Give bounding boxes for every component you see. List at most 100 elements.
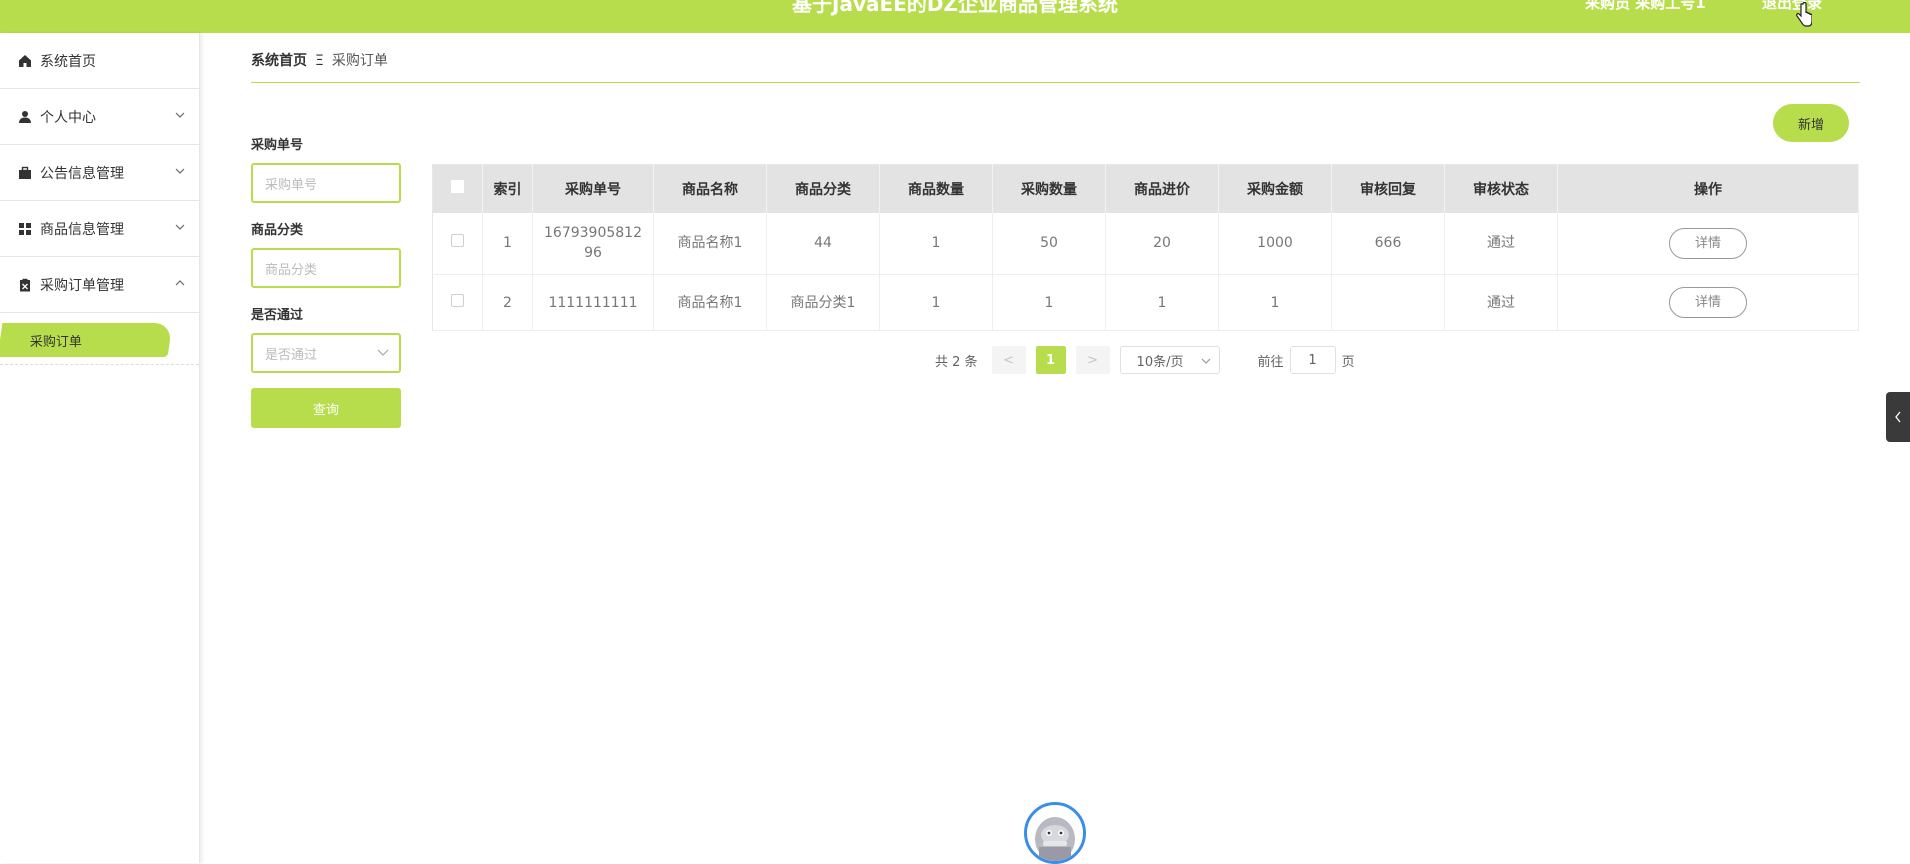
cell-status: 通过 xyxy=(1444,274,1558,331)
cell-qty: 1 xyxy=(879,212,993,275)
sidebar: 系统首页 个人中心 公告信息管理 商品信息管理 采购订单管理 采购订单 xyxy=(0,33,200,863)
add-button[interactable]: 新增 xyxy=(1773,104,1849,142)
sidebar-item-personal-center[interactable]: 个人中心 xyxy=(0,89,199,145)
grid-icon xyxy=(19,222,31,235)
table-row: 2 1111111111 商品名称1 商品分类1 1 1 1 1 通过 详情 xyxy=(432,274,1859,331)
cell-price: 1 xyxy=(1105,274,1219,331)
sidebar-item-notice-management[interactable]: 公告信息管理 xyxy=(0,145,199,201)
column-header: 审核状态 xyxy=(1444,164,1558,213)
goto-suffix: 页 xyxy=(1341,354,1355,370)
column-header: 审核回复 xyxy=(1331,164,1445,213)
category-input[interactable]: 商品分类 xyxy=(251,248,401,288)
column-header: 索引 xyxy=(482,164,533,213)
sidebar-item-label: 公告信息管理 xyxy=(40,165,124,182)
query-button[interactable]: 查询 xyxy=(251,388,401,428)
cell-amount: 1000 xyxy=(1218,212,1332,275)
mascot-avatar[interactable] xyxy=(1024,802,1086,864)
column-header: 商品进价 xyxy=(1105,164,1219,213)
page-number-current[interactable]: 1 xyxy=(1035,346,1066,374)
breadcrumb-home[interactable]: 系统首页 xyxy=(251,53,307,69)
row-checkbox[interactable] xyxy=(432,274,483,331)
select-all-checkbox[interactable] xyxy=(432,164,483,213)
passed-select[interactable]: 是否通过 xyxy=(251,333,401,373)
sidebar-item-label: 商品信息管理 xyxy=(40,221,124,238)
sidebar-item-label: 系统首页 xyxy=(40,53,96,70)
page-size-select[interactable]: 10条/页 xyxy=(1119,346,1220,374)
chevron-left-icon xyxy=(1895,411,1901,423)
cell-order-no: 1679390581296 xyxy=(532,212,654,275)
column-header: 采购数量 xyxy=(992,164,1106,213)
cell-index: 2 xyxy=(482,274,533,331)
cell-action: 详情 xyxy=(1557,274,1859,331)
passed-label: 是否通过 xyxy=(251,308,304,323)
order-no-placeholder: 采购单号 xyxy=(265,177,318,193)
cell-name: 商品名称1 xyxy=(653,212,767,275)
pagination-total: 共 2 条 xyxy=(935,354,978,370)
cell-category: 44 xyxy=(766,212,880,275)
breadcrumb-separator: Ξ xyxy=(315,53,324,69)
detail-button[interactable]: 详情 xyxy=(1669,287,1747,318)
cell-amount: 1 xyxy=(1218,274,1332,331)
chevron-down-icon xyxy=(175,224,185,230)
cell-status: 通过 xyxy=(1444,212,1558,275)
breadcrumb-current: 采购订单 xyxy=(331,53,388,69)
pagination: 共 2 条 < 1 > 10条/页 前往 1 页 xyxy=(935,346,1355,374)
cell-purchase-qty: 50 xyxy=(992,212,1106,275)
cell-reply xyxy=(1331,274,1445,331)
column-header: 操作 xyxy=(1557,164,1859,213)
cell-reply: 666 xyxy=(1331,212,1445,275)
home-icon xyxy=(19,54,31,67)
row-checkbox[interactable] xyxy=(432,212,483,275)
goto-page-input[interactable]: 1 xyxy=(1289,346,1336,374)
sidebar-subitem-label: 采购订单 xyxy=(30,334,83,350)
detail-button[interactable]: 详情 xyxy=(1669,227,1747,259)
sidebar-item-home[interactable]: 系统首页 xyxy=(0,33,199,89)
next-page-button[interactable]: > xyxy=(1075,346,1110,374)
order-no-input[interactable]: 采购单号 xyxy=(251,163,401,203)
category-placeholder: 商品分类 xyxy=(265,262,318,278)
breadcrumb-divider xyxy=(251,82,1860,83)
cell-order-no: 1111111111 xyxy=(532,274,654,331)
clipboard-icon xyxy=(20,278,30,291)
sidebar-subitem-purchase-order[interactable]: 采购订单 xyxy=(0,323,173,357)
column-header: 商品数量 xyxy=(879,164,993,213)
chevron-down-icon xyxy=(175,112,185,118)
passed-placeholder: 是否通过 xyxy=(265,347,318,363)
table-row: 1 1679390581296 商品名称1 44 1 50 20 1000 66… xyxy=(432,212,1859,275)
sidebar-item-product-management[interactable]: 商品信息管理 xyxy=(0,201,199,257)
user-icon xyxy=(19,110,31,123)
purchase-order-table: 索引 采购单号 商品名称 商品分类 商品数量 采购数量 商品进价 采购金额 审核… xyxy=(432,164,1859,331)
sidebar-item-label: 采购订单管理 xyxy=(40,277,124,294)
cell-category: 商品分类1 xyxy=(766,274,880,331)
cell-qty: 1 xyxy=(879,274,993,331)
page-size-value: 10条/页 xyxy=(1136,354,1184,370)
breadcrumb: 系统首页 Ξ 采购订单 xyxy=(251,50,388,70)
sidebar-item-label: 个人中心 xyxy=(40,109,96,126)
chevron-down-icon xyxy=(1201,358,1210,364)
hand-cursor-icon xyxy=(1796,2,1812,27)
sidebar-item-purchase-order-management[interactable]: 采购订单管理 xyxy=(0,257,199,313)
table-header-row: 索引 采购单号 商品名称 商品分类 商品数量 采购数量 商品进价 采购金额 审核… xyxy=(432,164,1859,213)
order-no-label: 采购单号 xyxy=(251,138,304,153)
column-header: 商品分类 xyxy=(766,164,880,213)
cell-name: 商品名称1 xyxy=(653,274,767,331)
side-drawer-toggle[interactable] xyxy=(1886,392,1910,442)
current-user: 采购员 采购工号1 xyxy=(1585,0,1706,12)
column-header: 商品名称 xyxy=(653,164,767,213)
category-label: 商品分类 xyxy=(251,223,304,238)
chevron-down-icon xyxy=(377,349,389,356)
column-header: 采购金额 xyxy=(1218,164,1332,213)
column-header: 采购单号 xyxy=(532,164,654,213)
chevron-up-icon xyxy=(175,280,185,286)
top-header: 基于JavaEE的DZ企业商品管理系统 采购员 采购工号1 退出登录 xyxy=(0,0,1910,33)
logout-link[interactable]: 退出登录 xyxy=(1762,0,1822,13)
cell-index: 1 xyxy=(482,212,533,275)
sidebar-submenu: 采购订单 xyxy=(0,313,199,365)
cell-action: 详情 xyxy=(1557,212,1859,275)
robot-mascot-icon xyxy=(1035,817,1075,861)
goto-label: 前往 xyxy=(1257,354,1284,370)
prev-page-button[interactable]: < xyxy=(991,346,1026,374)
cell-price: 20 xyxy=(1105,212,1219,275)
order-no-text: 1679390581296 xyxy=(544,225,642,262)
cell-purchase-qty: 1 xyxy=(992,274,1106,331)
